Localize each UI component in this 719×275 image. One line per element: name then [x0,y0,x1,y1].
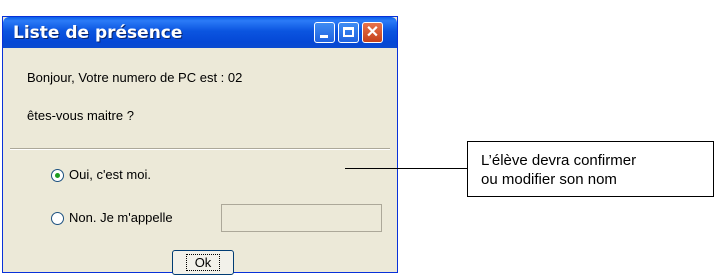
annotation-line-1: L’élève devra confirmer [481,152,637,169]
separator [10,148,390,150]
close-icon: ✕ [365,24,380,41]
question-text: êtes-vous maitre ? [27,108,134,123]
maximize-button[interactable] [338,22,359,43]
name-input[interactable] [221,204,382,232]
minimize-icon [320,35,328,38]
annotation-line-2: ou modifier son nom [481,171,617,188]
radio-non[interactable] [51,212,64,225]
maximize-icon [343,27,354,37]
minimize-button[interactable] [314,22,335,43]
radio-non-label[interactable]: Non. Je m'appelle [69,210,173,225]
close-button[interactable]: ✕ [362,22,383,43]
radio-oui-label[interactable]: Oui, c'est moi. [69,167,151,182]
ok-button-label: Ok [185,254,221,271]
radio-oui[interactable] [51,169,64,182]
title-bar[interactable]: Liste de présence ✕ [3,17,397,48]
presence-dialog: Liste de présence ✕ Bonjour, Votre numer… [2,16,398,275]
annotation-callout: L’élève devra confirmer ou modifier son … [467,141,714,197]
ok-button[interactable]: Ok [172,250,234,275]
window-title: Liste de présence [13,23,183,43]
greeting-text: Bonjour, Votre numero de PC est : 02 [27,70,243,85]
annotation-leader-line [345,168,467,169]
